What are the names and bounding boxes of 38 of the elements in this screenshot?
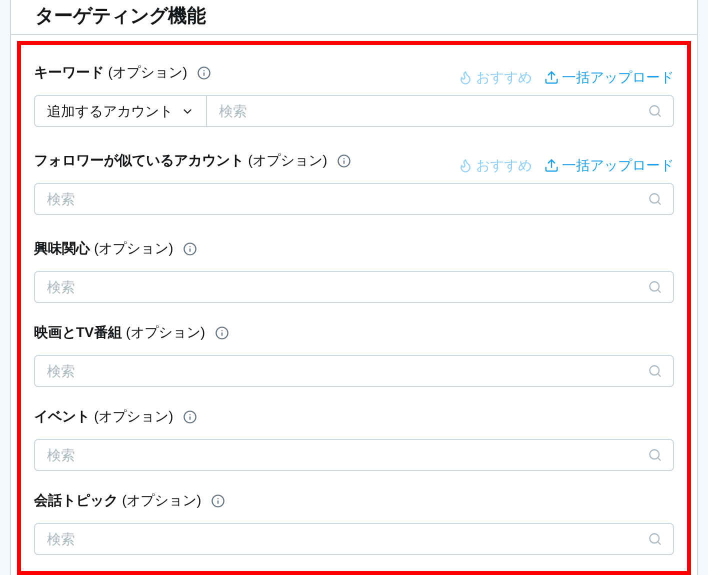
panel-title: ターゲティング機能 [35, 5, 206, 29]
optional-note: (オプション) [122, 491, 202, 510]
field-label: 映画とTV番組 [34, 323, 122, 342]
account-dropdown[interactable]: 追加するアカウント [34, 95, 207, 127]
search-field[interactable]: 検索 [34, 355, 674, 387]
info-icon[interactable] [183, 410, 198, 424]
search-field[interactable]: 検索 [34, 523, 674, 555]
search-field[interactable]: 検索 [34, 183, 674, 215]
field-label: キーワード [34, 63, 104, 82]
upload-link[interactable]: 一括アップロード [544, 155, 674, 176]
info-icon[interactable] [211, 494, 226, 508]
field-label: 興味関心 [34, 239, 90, 258]
field-label: 会話トピック [34, 491, 118, 510]
search-icon [648, 364, 662, 378]
info-icon[interactable] [183, 242, 198, 256]
search-icon [648, 192, 662, 206]
optional-note: (オプション) [126, 323, 206, 342]
search-icon [648, 532, 662, 546]
optional-note: (オプション) [94, 407, 174, 426]
search-field[interactable]: 検索 [207, 95, 674, 127]
upload-icon [544, 158, 559, 173]
search-icon [648, 104, 662, 118]
flame-icon [458, 70, 473, 85]
search-icon [648, 448, 662, 462]
optional-note: (オプション) [248, 151, 328, 170]
search-field[interactable]: 検索 [34, 271, 674, 303]
search-icon [648, 280, 662, 294]
optional-note: (オプション) [94, 239, 174, 258]
upload-icon [544, 70, 559, 85]
upload-link[interactable]: 一括アップロード [544, 67, 674, 88]
field-label: イベント [34, 407, 90, 426]
info-icon[interactable] [337, 154, 352, 168]
info-icon[interactable] [215, 326, 230, 340]
field-label: フォロワーが似ているアカウント [34, 151, 244, 170]
flame-icon [458, 158, 473, 173]
info-icon[interactable] [197, 66, 212, 80]
search-field[interactable]: 検索 [34, 439, 674, 471]
optional-note: (オプション) [108, 63, 188, 82]
